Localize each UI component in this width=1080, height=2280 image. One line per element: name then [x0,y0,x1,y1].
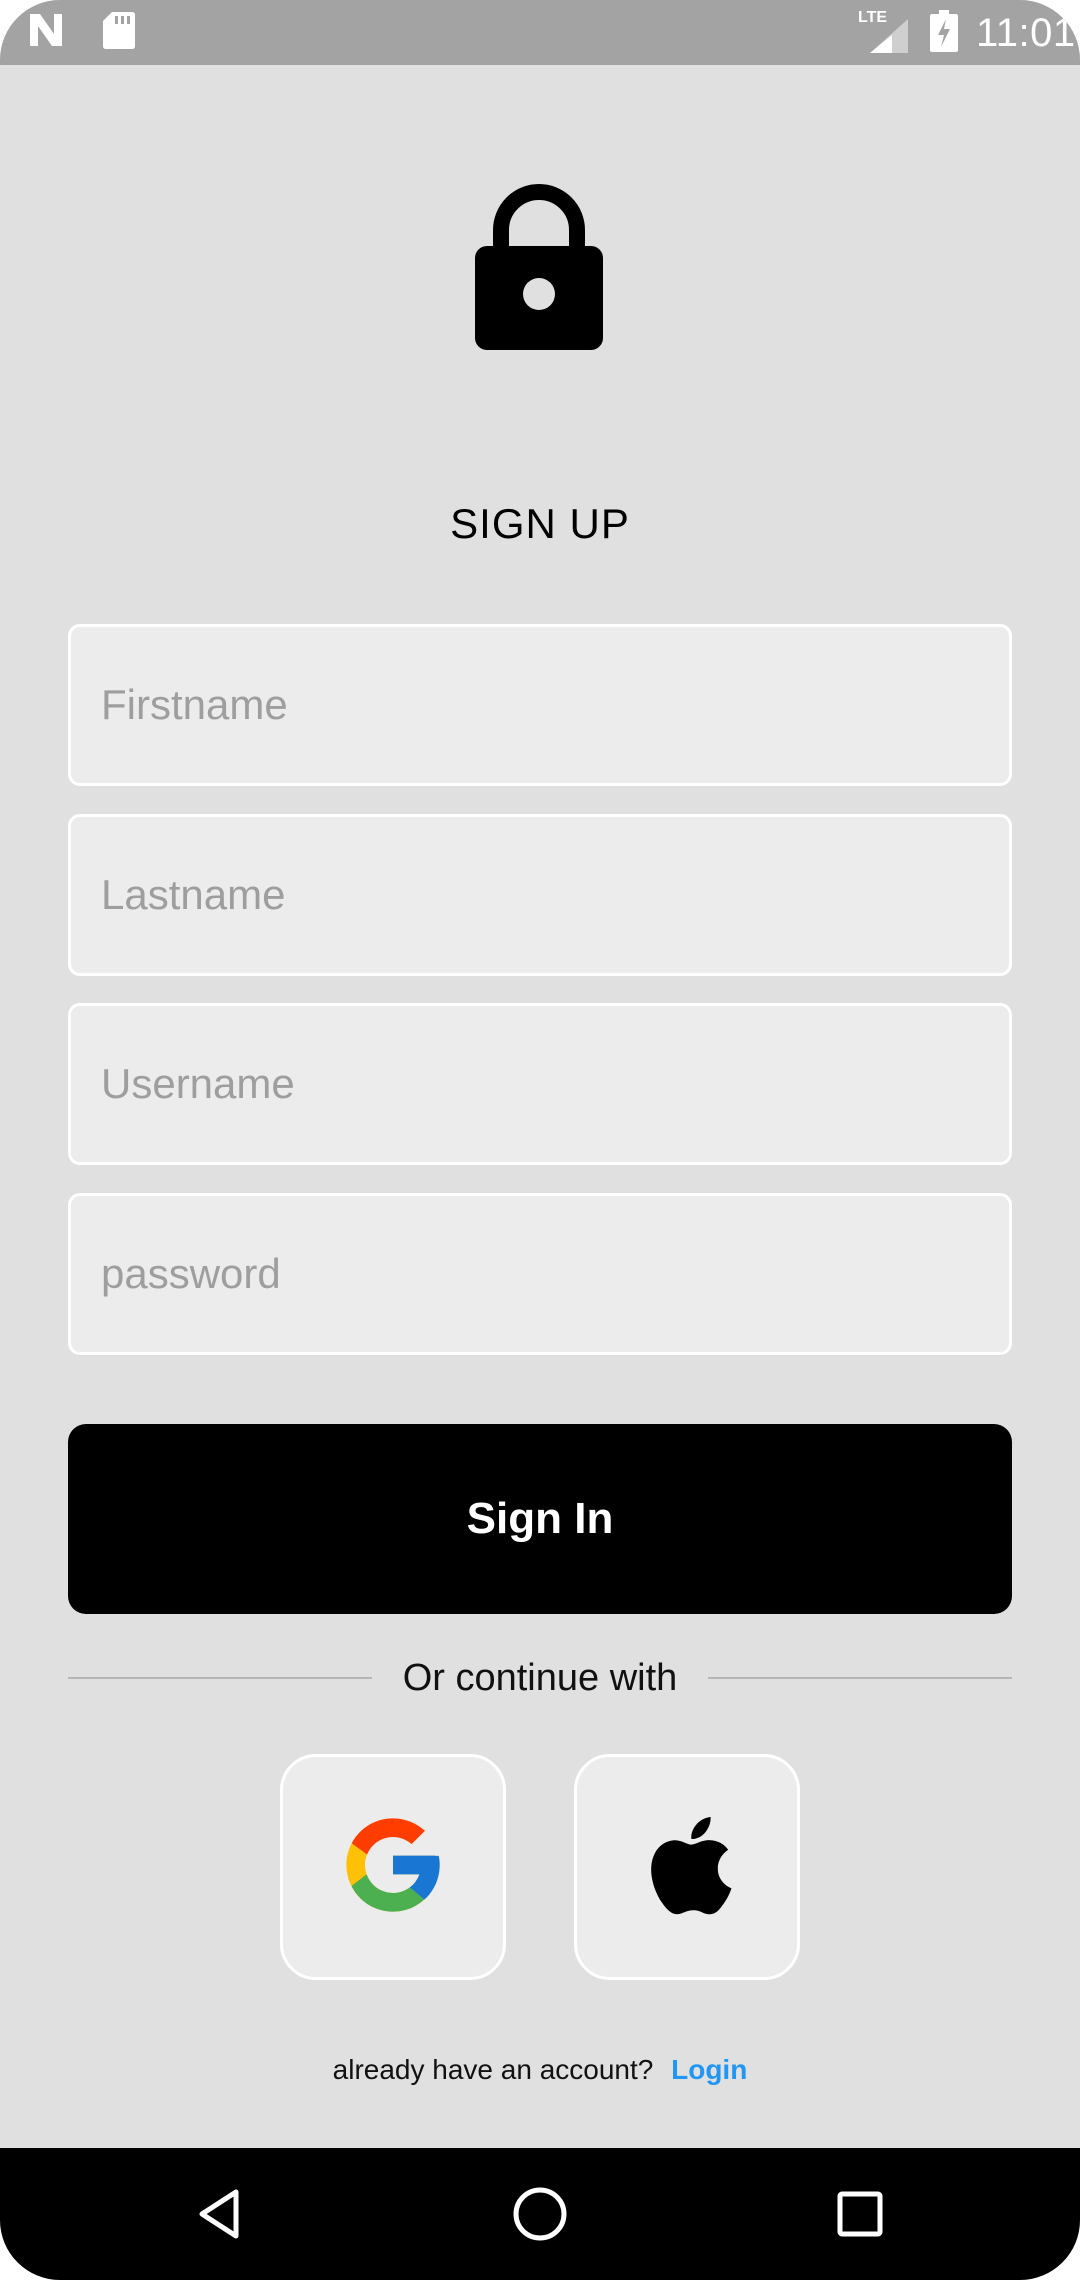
battery-charging-icon [930,9,958,57]
login-link[interactable]: Login [671,2054,747,2085]
firstname-field-container [68,624,1012,786]
firstname-input[interactable] [71,627,1009,783]
lastname-input[interactable] [71,817,1009,973]
system-nav-bar [0,2148,1080,2280]
page-title: SIGN UP [450,500,630,547]
status-bar: LTE 11:01 [0,0,1080,65]
status-right: LTE 11:01 [858,8,1080,58]
status-left [26,10,136,55]
sd-card-icon [102,10,136,55]
username-field-container [68,1003,1012,1165]
apple-sign-in-button[interactable] [574,1754,800,1980]
or-continue-divider: Or continue with [68,1650,1012,1706]
username-input[interactable] [71,1006,1009,1162]
app-screen: LTE 11:01 SIGN UP Firstname Lastname Use… [0,0,1080,2280]
google-sign-in-button[interactable] [280,1754,506,1980]
back-icon[interactable] [192,2184,252,2244]
password-field-container [68,1193,1012,1355]
login-prompt: already have an account? Login [0,2054,1080,2086]
home-icon[interactable] [510,2184,570,2244]
password-input[interactable] [71,1196,1009,1352]
apple-icon [639,1809,735,1926]
notification-n-icon [26,10,66,55]
lte-signal-icon: LTE [858,9,912,55]
lastname-field-container [68,814,1012,976]
login-prompt-text: already have an account? [332,2054,654,2085]
lock-icon [472,180,606,352]
status-time: 11:01 [976,10,1076,55]
google-icon [337,1809,449,1926]
sign-in-button[interactable]: Sign In [68,1424,1012,1614]
recents-icon[interactable] [830,2184,890,2244]
divider-line-right [708,1677,1012,1679]
